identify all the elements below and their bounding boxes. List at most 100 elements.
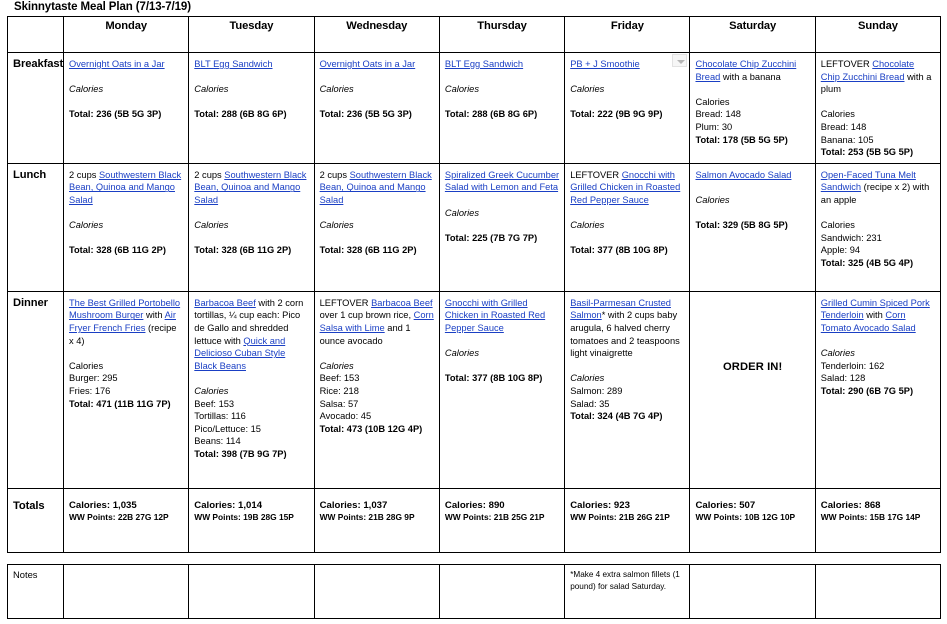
breakfast-sunday-cell[interactable]: LEFTOVER Chocolate Chip Zucchini Bread w… xyxy=(814,52,942,164)
notes-saturday-cell[interactable] xyxy=(689,563,816,619)
lunch-friday-cell[interactable]: LEFTOVER Gnocchi with Grilled Chicken in… xyxy=(564,162,691,292)
calories-label: Calories xyxy=(695,194,730,205)
calorie-total: Total: 290 (6B 7G 5P) xyxy=(820,385,914,396)
meal-title: Overnight Oats in a Jar xyxy=(320,58,434,71)
order-in-text: ORDER IN! xyxy=(722,360,783,373)
calories-label: Calories xyxy=(319,220,354,231)
calorie-item: Beans: 114 xyxy=(194,436,241,447)
calorie-total: Total: 288 (6B 8G 6P) xyxy=(444,109,538,120)
lunch-saturday-cell[interactable]: Salmon Avocado Salad Calories Total: 329 (… xyxy=(689,162,816,292)
day-label: Thursday xyxy=(477,20,527,32)
breakfast-monday-cell[interactable]: Overnight Oats in a Jar Calories Total: 23… xyxy=(62,52,190,164)
day-label: Wednesday xyxy=(346,20,408,32)
meal-title: Salmon Avocado Salad xyxy=(695,169,809,182)
meal-content: Grilled Cumin Spiced Pork Tenderloin wit… xyxy=(821,297,935,398)
breakfast-tuesday-cell[interactable]: BLT Egg Sandwich Calories Total: 288 (6B 8… xyxy=(188,52,315,164)
meal-content: LEFTOVER Barbacoa Beef over 1 cup brown … xyxy=(320,297,434,436)
calories-label: Calories xyxy=(570,220,605,231)
recipe-link[interactable]: BLT Egg Sandwich xyxy=(445,59,523,69)
recipe-link[interactable]: Gnocchi with Grilled Chicken in Roasted … xyxy=(445,298,545,333)
breakfast-thursday-cell[interactable]: BLT Egg Sandwich Calories Total: 288 (6B 8… xyxy=(438,52,566,164)
dinner-thursday-cell[interactable]: Gnocchi with Grilled Chicken in Roasted … xyxy=(438,290,566,489)
day-header-wednesday: Wednesday xyxy=(313,16,440,53)
meal-content: 2 cups Southwestern Black Bean, Quinoa a… xyxy=(194,169,308,257)
lunch-thursday-cell[interactable]: Spiralized Greek Cucumber Salad with Lem… xyxy=(438,162,566,292)
meal-text: 2 cups xyxy=(194,169,225,180)
lunch-monday-cell[interactable]: 2 cups Southwestern Black Bean, Quinoa a… xyxy=(62,162,190,292)
meal-content: The Best Grilled Portobello Mushroom Bur… xyxy=(69,297,183,410)
notes-friday-cell[interactable]: *Make 4 extra salmon fillets (1 pound) f… xyxy=(564,563,691,619)
dinner-wednesday-cell[interactable]: LEFTOVER Barbacoa Beef over 1 cup brown … xyxy=(313,290,440,489)
chevron-down-icon[interactable] xyxy=(672,54,688,67)
recipe-link[interactable]: Barbacoa Beef xyxy=(194,298,256,308)
recipe-link[interactable]: Overnight Oats in a Jar xyxy=(69,59,165,69)
calorie-total: Total: 473 (10B 12G 4P) xyxy=(319,423,423,434)
meal-content: BLT Egg Sandwich Calories Total: 288 (6B 8… xyxy=(194,58,308,121)
meal-title: Chocolate Chip Zucchini Bread with a ban… xyxy=(695,58,809,83)
totals-ww-points: WW Points: 15B 17G 14P xyxy=(820,512,921,523)
recipe-link[interactable]: Spiralized Greek Cucumber Salad with Lem… xyxy=(445,170,559,193)
totals-calories: Calories: 890 xyxy=(444,499,505,511)
recipe-link[interactable]: Overnight Oats in a Jar xyxy=(320,59,416,69)
dinner-friday-cell[interactable]: Basil-Parmesan Crusted Salmon* with 2 cu… xyxy=(564,290,691,489)
dinner-monday-cell[interactable]: The Best Grilled Portobello Mushroom Bur… xyxy=(62,290,190,489)
notes-thursday-cell[interactable] xyxy=(438,563,566,619)
lunch-sunday-cell[interactable]: Open-Faced Tuna Melt Sandwich (recipe x … xyxy=(814,162,942,292)
totals-calories: Calories: 923 xyxy=(570,499,630,511)
meal-content: Spiralized Greek Cucumber Salad with Lem… xyxy=(445,169,559,245)
day-header-tuesday: Tuesday xyxy=(188,16,315,53)
breakfast-wednesday-cell[interactable]: Overnight Oats in a Jar Calories Total: 23… xyxy=(313,52,440,164)
notes-wednesday-cell[interactable] xyxy=(313,563,440,619)
recipe-link[interactable]: PB + J Smoothie xyxy=(570,59,640,69)
calories-label: Calories xyxy=(194,385,229,396)
dinner-saturday-cell[interactable]: ORDER IN! xyxy=(689,290,816,489)
calorie-total: Total: 377 (8B 10G 8P) xyxy=(444,373,543,384)
dinner-row: Dinner The Best Grilled Portobello Mushr… xyxy=(7,290,942,489)
calorie-item: Tortillas: 116 xyxy=(194,411,246,422)
meal-content: Overnight Oats in a Jar Calories Total: 23… xyxy=(320,58,434,121)
meal-text: 2 cups xyxy=(69,169,99,180)
day-header-saturday: Saturday xyxy=(689,16,816,53)
meal-title: LEFTOVER Barbacoa Beef over 1 cup brown … xyxy=(320,297,434,347)
dinner-tuesday-cell[interactable]: Barbacoa Beef with 2 corn tortillas, ¼ c… xyxy=(188,290,315,489)
lunch-wednesday-cell[interactable]: 2 cups Southwestern Black Bean, Quinoa a… xyxy=(313,162,440,292)
totals-calories: Calories: 1,035 xyxy=(69,499,137,511)
calorie-item: Salad: 128 xyxy=(820,373,866,384)
recipe-link[interactable]: Salmon Avocado Salad xyxy=(695,170,791,180)
meal-title: Spiralized Greek Cucumber Salad with Lem… xyxy=(445,169,559,194)
recipe-link[interactable]: BLT Egg Sandwich xyxy=(194,59,272,69)
meal-content: 2 cups Southwestern Black Bean, Quinoa a… xyxy=(320,169,434,257)
notes-sunday-cell[interactable] xyxy=(814,563,942,619)
dinner-sunday-cell[interactable]: Grilled Cumin Spiced Pork Tenderloin wit… xyxy=(814,290,942,489)
calories-label: Calories xyxy=(69,220,104,231)
meal-title: 2 cups Southwestern Black Bean, Quinoa a… xyxy=(194,169,308,207)
row-label-text: Dinner xyxy=(13,296,48,309)
meal-title: 2 cups Southwestern Black Bean, Quinoa a… xyxy=(320,169,434,207)
calorie-item: Salad: 35 xyxy=(570,398,610,409)
breakfast-saturday-cell[interactable]: Chocolate Chip Zucchini Bread with a ban… xyxy=(689,52,816,164)
calorie-item: Bread: 148 xyxy=(820,121,867,132)
table-header-row: Monday Tuesday Wednesday Thursday Friday… xyxy=(7,16,942,53)
notes-tuesday-cell[interactable] xyxy=(188,563,315,619)
lunch-tuesday-cell[interactable]: 2 cups Southwestern Black Bean, Quinoa a… xyxy=(188,162,315,292)
row-label-breakfast: Breakfast xyxy=(7,52,64,164)
meal-content: LEFTOVER Chocolate Chip Zucchini Bread w… xyxy=(821,58,935,159)
notes-monday-cell[interactable] xyxy=(62,563,190,619)
breakfast-friday-cell[interactable]: PB + J Smoothie Calories Total: 222 (9B 9G… xyxy=(564,52,691,164)
calorie-item: Fries: 176 xyxy=(69,385,111,396)
row-label-lunch: Lunch xyxy=(7,162,64,292)
recipe-link[interactable]: Barbacoa Beef xyxy=(371,298,433,308)
calorie-total: Total: 178 (5B 5G 5P) xyxy=(695,134,788,145)
calorie-total: Total: 325 (4B 5G 4P) xyxy=(820,257,914,268)
